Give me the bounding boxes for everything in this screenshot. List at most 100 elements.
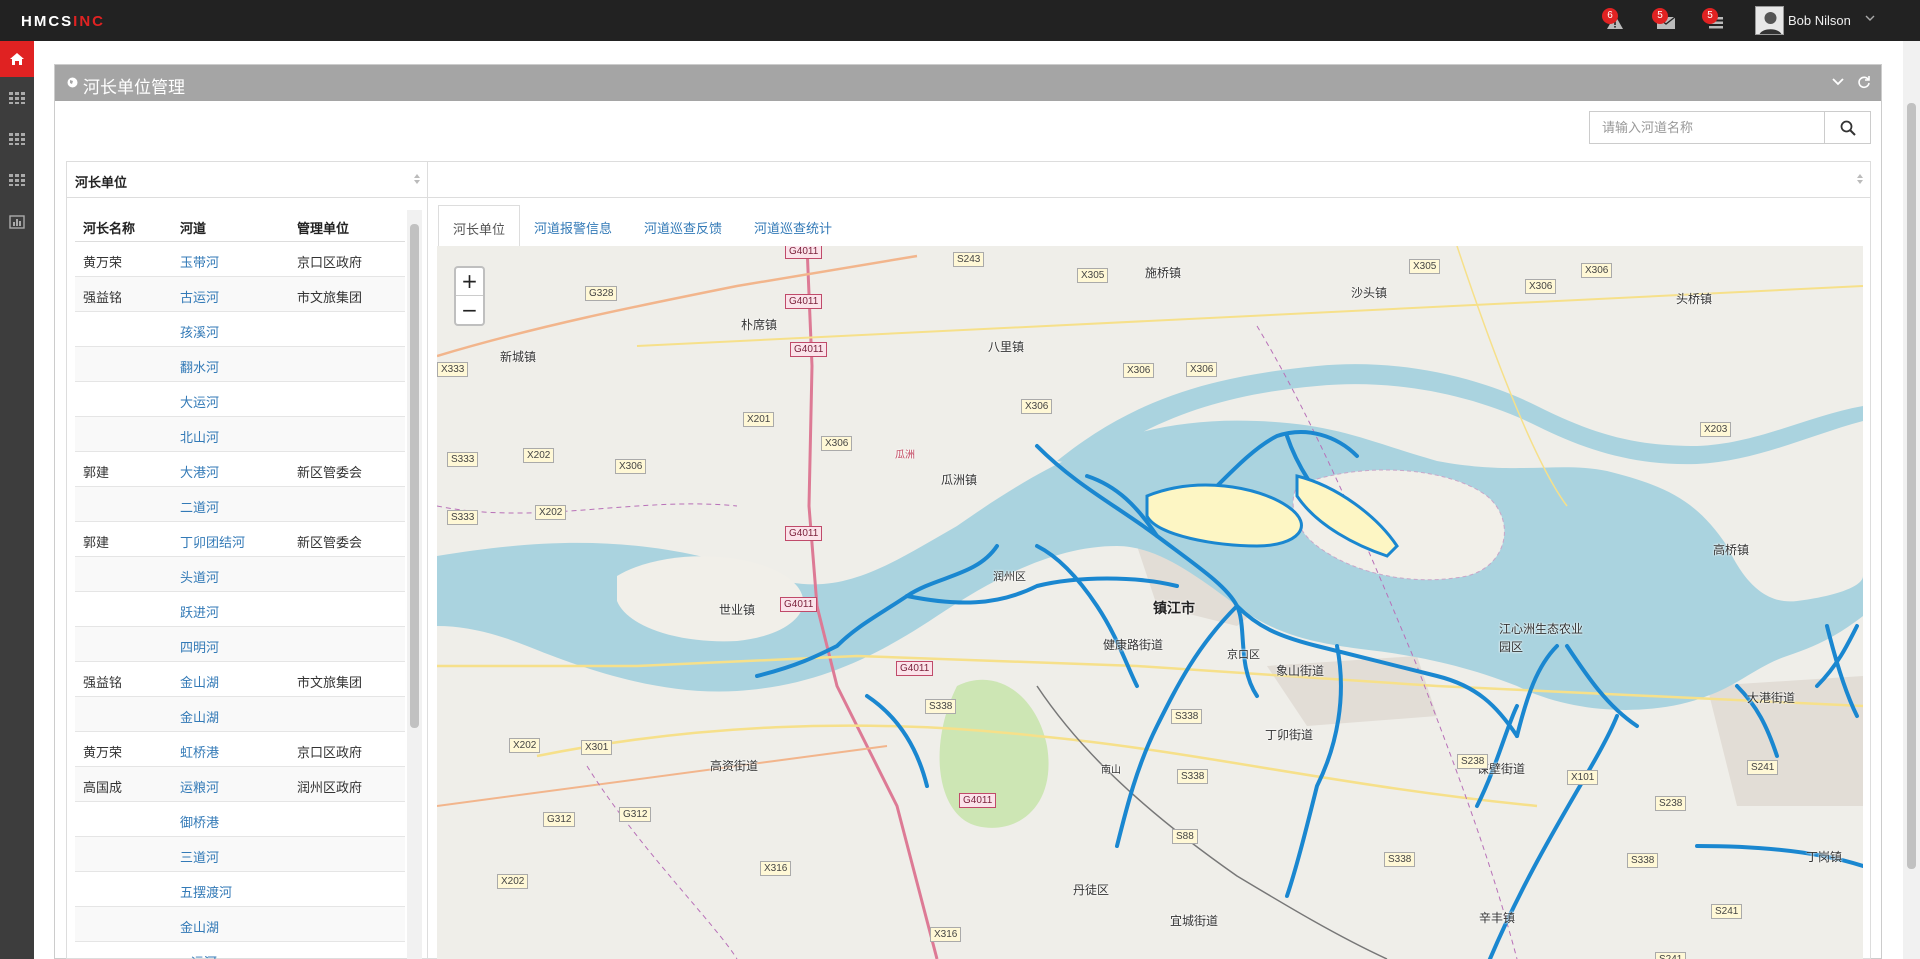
road-shield: X306 bbox=[1525, 279, 1557, 294]
cell-river-link[interactable]: 运粮河 bbox=[180, 777, 219, 796]
alerts-count-badge: 6 bbox=[1602, 8, 1618, 24]
sidebar-item-chart[interactable] bbox=[0, 204, 34, 240]
cell-river-link[interactable]: 丁卯团结河 bbox=[180, 532, 245, 551]
cell-managing-unit: 京口区政府 bbox=[297, 745, 363, 760]
tasks-button[interactable]: 5 bbox=[1702, 8, 1732, 34]
user-avatar-icon bbox=[1756, 7, 1783, 34]
table-row[interactable]: 强益铭 古运河 市文旅集团 bbox=[75, 277, 405, 312]
table-row[interactable]: ...运河 bbox=[75, 942, 405, 959]
sidebar-item-grid-3[interactable] bbox=[0, 163, 34, 199]
road-shield: X316 bbox=[760, 861, 792, 876]
cell-river-link[interactable]: 大港河 bbox=[180, 462, 219, 481]
cell-river-link[interactable]: 翻水河 bbox=[180, 357, 219, 376]
map-place-label: 大港街道 bbox=[1747, 691, 1796, 705]
cell-river-link[interactable]: 四明河 bbox=[180, 637, 219, 656]
road-shield: G312 bbox=[619, 807, 652, 822]
tab-patrol-stats[interactable]: 河道巡查统计 bbox=[740, 205, 846, 247]
road-shield: G312 bbox=[543, 812, 576, 827]
cell-river-link[interactable]: 孩溪河 bbox=[180, 322, 219, 341]
table-row[interactable]: 头道河 bbox=[75, 557, 405, 592]
table-row[interactable]: 三道河 bbox=[75, 837, 405, 872]
tab-river-unit[interactable]: 河长单位 bbox=[438, 205, 521, 248]
road-shield: X301 bbox=[581, 740, 613, 755]
cell-chief-name: 黄万荣 bbox=[83, 745, 123, 760]
messages-button[interactable]: 5 bbox=[1652, 8, 1682, 34]
cell-river-link[interactable]: 大运河 bbox=[180, 392, 219, 411]
column-header-unit[interactable]: 管理单位 bbox=[297, 218, 349, 237]
road-shield: S243 bbox=[953, 252, 985, 267]
table-row[interactable]: 大运河 bbox=[75, 382, 405, 417]
cell-chief-name: 强益铭 bbox=[83, 675, 123, 690]
road-shield: S338 bbox=[925, 699, 957, 714]
cell-river-link[interactable]: 三道河 bbox=[180, 847, 219, 866]
column-header-river[interactable]: 河道 bbox=[180, 218, 206, 237]
sidebar bbox=[0, 41, 34, 959]
messages-count-badge: 5 bbox=[1652, 8, 1668, 24]
map-place-label: 高桥镇 bbox=[1713, 543, 1750, 557]
map-place-label: 朴席镇 bbox=[741, 318, 778, 332]
sidebar-item-grid-2[interactable] bbox=[0, 122, 34, 158]
search-button[interactable] bbox=[1824, 111, 1871, 144]
table-scrollbar[interactable] bbox=[407, 210, 422, 959]
cell-river-link[interactable]: 二道河 bbox=[180, 497, 219, 516]
column-header-chief[interactable]: 河长名称 bbox=[83, 218, 135, 237]
user-name: Bob Nilson bbox=[1788, 13, 1851, 28]
road-shield: S88 bbox=[1172, 829, 1198, 844]
cell-river-link[interactable]: 北山河 bbox=[180, 427, 219, 446]
zoom-out-button[interactable]: − bbox=[456, 297, 483, 325]
map-place-label: 象山街道 bbox=[1276, 664, 1325, 678]
table-row[interactable]: 黄万荣 虹桥港 京口区政府 bbox=[75, 732, 405, 767]
table-row[interactable]: 金山湖 bbox=[75, 907, 405, 942]
table-row[interactable]: 强益铭 金山湖 市文旅集团 bbox=[75, 662, 405, 697]
page-scrollbar[interactable] bbox=[1903, 41, 1920, 959]
table-row[interactable]: 郭建 丁卯团结河 新区管委会 bbox=[75, 522, 405, 557]
cell-river-link[interactable]: ...运河 bbox=[180, 952, 217, 959]
river-search-input[interactable] bbox=[1589, 111, 1825, 144]
table-row[interactable]: 翻水河 bbox=[75, 347, 405, 382]
collapse-button[interactable] bbox=[1831, 75, 1847, 91]
cell-river-link[interactable]: 虹桥港 bbox=[180, 742, 219, 761]
grid-icon bbox=[9, 133, 25, 145]
map-place-label: 辛丰镇 bbox=[1479, 911, 1516, 925]
cell-river-link[interactable]: 跃进河 bbox=[180, 602, 219, 621]
tab-river-alarm[interactable]: 河道报警信息 bbox=[520, 205, 626, 247]
table-row[interactable]: 跃进河 bbox=[75, 592, 405, 627]
alerts-button[interactable]: 6 bbox=[1602, 8, 1632, 34]
table-row[interactable]: 御桥港 bbox=[75, 802, 405, 837]
sidebar-item-home[interactable] bbox=[0, 41, 34, 77]
sort-icon[interactable] bbox=[413, 173, 421, 185]
map-place-label: 丁岗镇 bbox=[1806, 850, 1843, 864]
cell-river-link[interactable]: 古运河 bbox=[180, 287, 219, 306]
map-place-label: 高资街道 bbox=[710, 759, 759, 773]
cell-river-link[interactable]: 五摆渡河 bbox=[180, 882, 232, 901]
table-row[interactable]: 郭建 大港河 新区管委会 bbox=[75, 452, 405, 487]
tasks-count-badge: 5 bbox=[1702, 8, 1718, 24]
table-row[interactable]: 高国成 运粮河 润州区政府 bbox=[75, 767, 405, 802]
table-row[interactable]: 黄万荣 玉带河 京口区政府 bbox=[75, 242, 405, 277]
tab-patrol-feedback[interactable]: 河道巡查反馈 bbox=[630, 205, 736, 247]
road-shield: S238 bbox=[1457, 754, 1489, 769]
app-logo[interactable]: HMCSINC bbox=[21, 13, 105, 30]
map-place-label: 南山 bbox=[1101, 765, 1121, 776]
sort-icon[interactable] bbox=[1856, 173, 1864, 185]
cell-river-link[interactable]: 头道河 bbox=[180, 567, 219, 586]
table-row[interactable]: 孩溪河 bbox=[75, 312, 405, 347]
cell-chief-name: 黄万荣 bbox=[83, 255, 123, 270]
cell-river-link[interactable]: 玉带河 bbox=[180, 252, 219, 271]
road-shield: X306 bbox=[1021, 399, 1053, 414]
cell-river-link[interactable]: 御桥港 bbox=[180, 812, 219, 831]
cell-river-link[interactable]: 金山湖 bbox=[180, 707, 219, 726]
table-row[interactable]: 四明河 bbox=[75, 627, 405, 662]
cell-river-link[interactable]: 金山湖 bbox=[180, 917, 219, 936]
reload-button[interactable] bbox=[1857, 75, 1873, 91]
table-row[interactable]: 五摆渡河 bbox=[75, 872, 405, 907]
zoom-in-button[interactable]: + bbox=[456, 268, 483, 296]
table-row[interactable]: 北山河 bbox=[75, 417, 405, 452]
river-map[interactable]: + − 施桥镇 沙头镇 头桥镇 朴席镇 八里镇 新城镇 瓜洲镇 高桥镇 世业镇 … bbox=[437, 246, 1863, 959]
sidebar-item-grid-1[interactable] bbox=[0, 81, 34, 117]
table-row[interactable]: 二道河 bbox=[75, 487, 405, 522]
table-row[interactable]: 金山湖 bbox=[75, 697, 405, 732]
cell-chief-name: 高国成 bbox=[83, 780, 123, 795]
cell-river-link[interactable]: 金山湖 bbox=[180, 672, 219, 691]
cell-chief-name: 郭建 bbox=[83, 465, 110, 480]
